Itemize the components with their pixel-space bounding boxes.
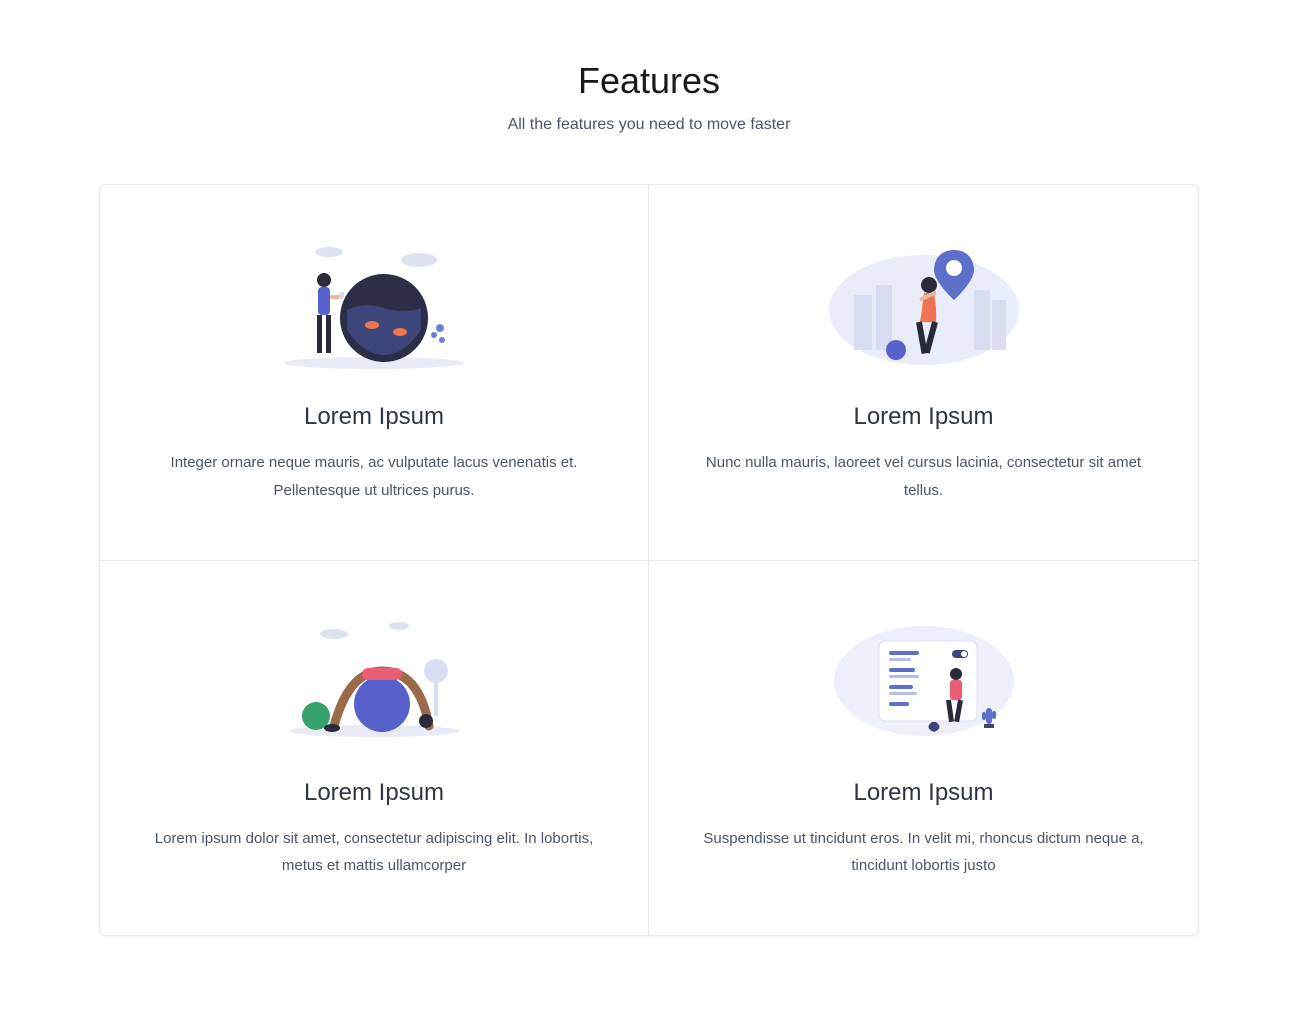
feature-title: Lorem Ipsum xyxy=(130,779,618,807)
features-grid: Lorem Ipsum Integer ornare neque mauris,… xyxy=(99,184,1199,936)
feature-card: Lorem Ipsum Integer ornare neque mauris,… xyxy=(100,185,649,561)
feature-description: Nunc nulla mauris, laoreet vel cursus la… xyxy=(694,449,1154,505)
tasklist-illustration xyxy=(679,611,1168,751)
section-header: Features All the features you need to mo… xyxy=(99,60,1199,134)
feature-card: Lorem Ipsum Suspendisse ut tincidunt ero… xyxy=(649,561,1198,936)
feature-title: Lorem Ipsum xyxy=(679,779,1168,807)
feature-card: Lorem Ipsum Nunc nulla mauris, laoreet v… xyxy=(649,185,1198,561)
location-illustration xyxy=(679,235,1168,375)
feature-description: Integer ornare neque mauris, ac vulputat… xyxy=(144,449,604,505)
section-title: Features xyxy=(99,60,1199,102)
feature-description: Suspendisse ut tincidunt eros. In velit … xyxy=(694,825,1154,881)
yoga-illustration xyxy=(130,611,618,751)
feature-title: Lorem Ipsum xyxy=(130,403,618,431)
fishbowl-illustration xyxy=(130,235,618,375)
feature-description: Lorem ipsum dolor sit amet, consectetur … xyxy=(144,825,604,881)
feature-title: Lorem Ipsum xyxy=(679,403,1168,431)
section-subtitle: All the features you need to move faster xyxy=(99,116,1199,134)
feature-card: Lorem Ipsum Lorem ipsum dolor sit amet, … xyxy=(100,561,649,936)
